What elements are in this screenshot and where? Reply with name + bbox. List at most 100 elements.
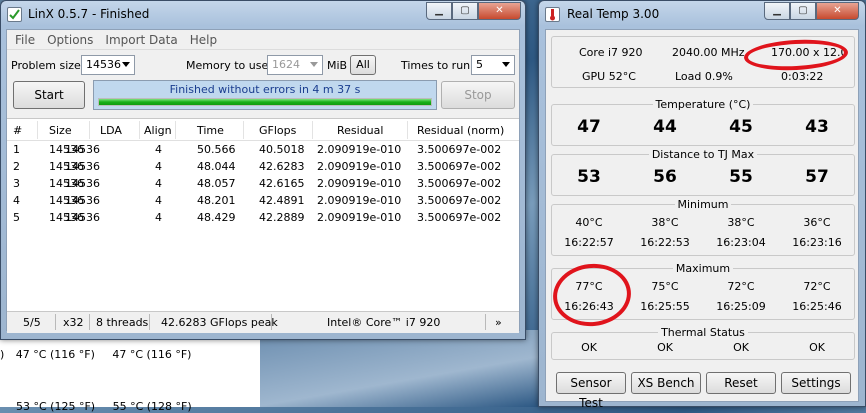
table-cell: 40.5018: [259, 143, 305, 156]
problem-size-label: Problem size:: [11, 59, 85, 72]
times-label: Times to run:: [401, 59, 474, 72]
table-cell: 4: [155, 211, 162, 224]
progress-bar-fill: [99, 99, 431, 105]
minimize-icon[interactable]: ▁: [426, 2, 452, 20]
table-cell: 4: [155, 143, 162, 156]
menubar: File Options Import Data Help: [7, 30, 519, 50]
table-cell: 2.090919e-010: [317, 177, 402, 190]
table-cell: 42.6165: [259, 177, 305, 190]
table-cell: 4: [155, 177, 162, 190]
times-select[interactable]: 5: [471, 55, 515, 75]
column-header[interactable]: Size: [49, 124, 72, 137]
max-temp: 72°C: [803, 280, 831, 293]
table-cell: 14536: [65, 143, 100, 156]
table-cell: 42.6283: [259, 160, 305, 173]
xs-bench-button[interactable]: XS Bench: [631, 372, 701, 394]
stop-button[interactable]: Stop: [441, 81, 515, 109]
cpu-name: Core i7 920: [579, 46, 643, 59]
column-header[interactable]: Residual (norm): [417, 124, 504, 137]
distance-panel: Distance to TJ Max 53 56 55 57: [551, 148, 855, 196]
progress-panel: Finished without errors in 4 m 37 s: [93, 80, 437, 110]
column-header[interactable]: Time: [197, 124, 224, 137]
min-temp: 36°C: [803, 216, 831, 229]
cpu-frequency: 2040.00 MHz: [672, 46, 745, 59]
realtemp-titlebar[interactable]: Real Temp 3.00 ▁ ▢ ✕: [539, 1, 865, 29]
progress-bar: [98, 98, 432, 106]
table-cell: 4: [155, 160, 162, 173]
linx-client: File Options Import Data Help Problem si…: [6, 29, 520, 333]
column-header[interactable]: Align: [144, 124, 172, 137]
thermal-status: OK: [809, 341, 825, 354]
column-header[interactable]: #: [13, 124, 22, 137]
reset-button[interactable]: Reset: [706, 372, 776, 394]
table-cell: 42.2889: [259, 211, 305, 224]
temperature-panel: Temperature (°C) 47 44 45 43: [551, 98, 855, 146]
table-cell: 48.044: [197, 160, 236, 173]
core-temp: 43: [805, 117, 829, 137]
table-cell: 5: [13, 211, 20, 224]
table-row[interactable]: 3 14536 14536 4 48.057 42.6165 2.090919e-010 3.…: [7, 175, 519, 192]
max-time: 16:25:09: [716, 300, 766, 313]
start-button[interactable]: Start: [13, 81, 85, 109]
close-icon[interactable]: ✕: [816, 2, 859, 20]
menu-options[interactable]: Options: [41, 33, 99, 47]
core-distance: 57: [805, 167, 829, 187]
status-bar: 5/5 x32 8 threads 42.6283 GFlops peak In…: [7, 312, 519, 333]
progress-status-text: Finished without errors in 4 m 37 s: [169, 83, 361, 96]
table-row[interactable]: 5 14536 14536 4 48.429 42.2889 2.090919e-010 3.…: [7, 209, 519, 226]
gpu-temp: GPU 52°C: [582, 70, 636, 83]
table-cell: 2.090919e-010: [317, 211, 402, 224]
status-peak: 42.6283 GFlops peak: [161, 316, 278, 329]
realtemp-client: Core i7 920 2040.00 MHz 170.00 x 12.0 GP…: [545, 29, 859, 410]
column-header[interactable]: GFlops: [259, 124, 296, 137]
all-memory-button[interactable]: All: [350, 55, 376, 75]
table-row[interactable]: 4 14536 14536 4 48.201 42.4891 2.090919e-010 3.…: [7, 192, 519, 209]
minimize-icon[interactable]: ▁: [764, 2, 790, 20]
results-table: # Size LDA Align Time GFlops Residual Re…: [7, 118, 519, 312]
temperature-title: Temperature (°C): [652, 98, 754, 111]
desktop-wallpaper: [260, 330, 540, 407]
maximize-icon[interactable]: ▢: [452, 2, 478, 20]
table-cell: 3.500697e-002: [417, 143, 502, 156]
linx-titlebar[interactable]: LinX 0.5.7 - Finished ▁ ▢ ✕: [1, 1, 525, 29]
menu-help[interactable]: Help: [184, 33, 223, 47]
problem-size-select[interactable]: 14536: [81, 55, 135, 75]
fragment-temp: 47 °C (116 °F): [112, 348, 192, 361]
maximize-icon[interactable]: ▢: [790, 2, 816, 20]
linx-window: LinX 0.5.7 - Finished ▁ ▢ ✕ File Options…: [0, 0, 526, 340]
min-time: 16:22:53: [640, 236, 690, 249]
core-temp: 47: [577, 117, 601, 137]
thermal-status-title: Thermal Status: [658, 326, 748, 339]
table-cell: 2.090919e-010: [317, 194, 402, 207]
max-time: 16:25:55: [640, 300, 690, 313]
linx-title: LinX 0.5.7 - Finished: [28, 7, 150, 21]
sensor-test-button[interactable]: Sensor Test: [556, 372, 626, 410]
menu-import-data[interactable]: Import Data: [99, 33, 183, 47]
column-header[interactable]: Residual: [337, 124, 383, 137]
checkbox-icon: [7, 7, 22, 22]
table-row[interactable]: 2 14536 14536 4 48.044 42.6283 2.090919e-010 3.…: [7, 158, 519, 175]
table-cell: 14536: [65, 211, 100, 224]
table-cell: 3.500697e-002: [417, 160, 502, 173]
max-time: 16:25:46: [792, 300, 842, 313]
close-icon[interactable]: ✕: [478, 2, 521, 20]
min-temp: 38°C: [651, 216, 679, 229]
thermal-status-panel: Thermal Status OK OK OK OK: [551, 326, 855, 360]
column-header[interactable]: LDA: [100, 124, 122, 137]
table-row[interactable]: 1 14536 14536 4 50.566 40.5018 2.090919e-010 3.…: [7, 141, 519, 158]
realtemp-title: Real Temp 3.00: [567, 7, 660, 21]
table-cell: 4: [155, 194, 162, 207]
settings-button[interactable]: Settings: [781, 372, 851, 394]
thermal-status: OK: [733, 341, 749, 354]
menu-file[interactable]: File: [9, 33, 41, 47]
memory-unit: MiB: [327, 59, 348, 72]
thermal-status: OK: [581, 341, 597, 354]
background-window-fragment: ) 47 °C (116 °F) 47 °C (116 °F) 53 °C (1…: [0, 330, 260, 413]
maximum-title: Maximum: [672, 262, 734, 275]
status-more-button[interactable]: »: [495, 316, 502, 329]
memory-select[interactable]: 1624: [267, 55, 323, 75]
thermometer-icon: [545, 7, 560, 22]
table-cell: 48.057: [197, 177, 236, 190]
max-temp: 75°C: [651, 280, 679, 293]
core-temp: 45: [729, 117, 753, 137]
